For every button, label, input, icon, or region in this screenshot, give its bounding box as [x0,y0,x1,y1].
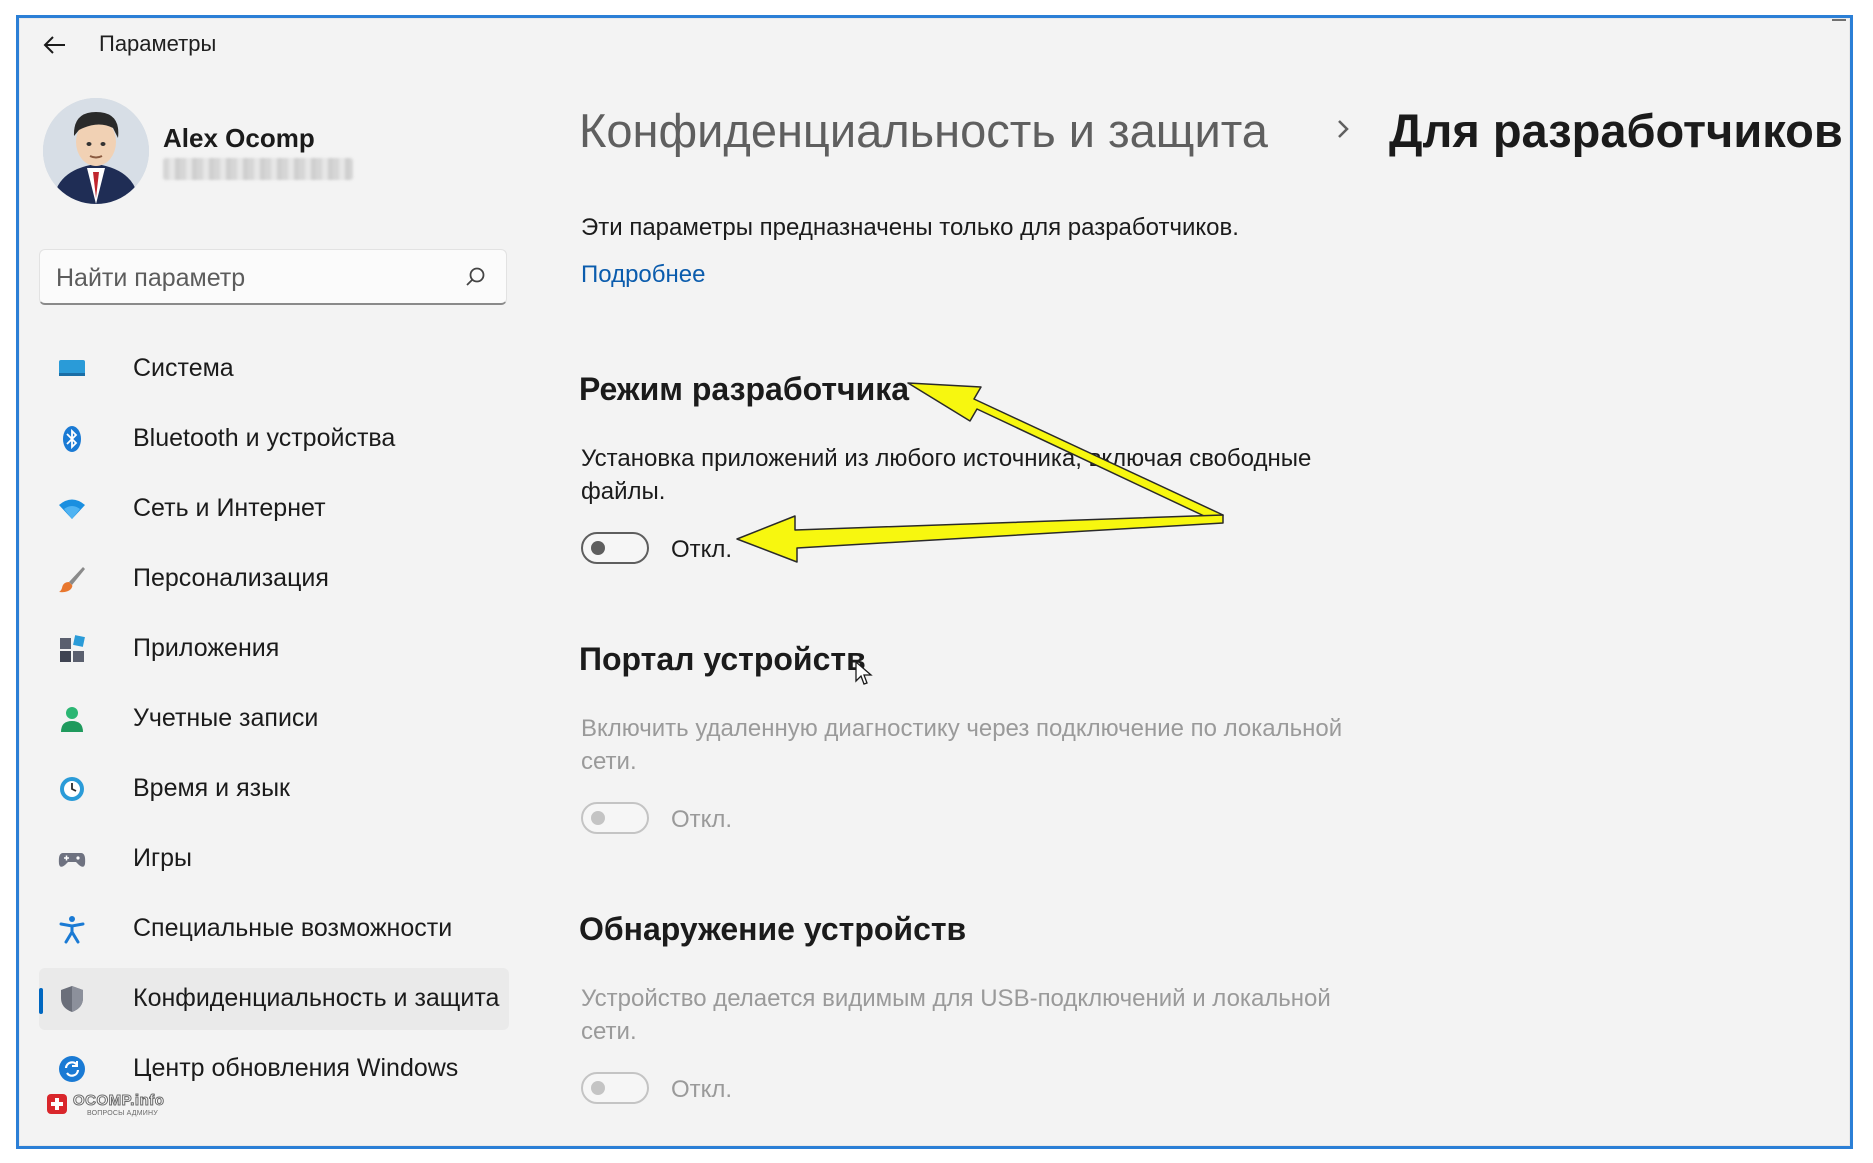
watermark-text: OCOMP.info [72,1092,165,1110]
chevron-right-icon [1338,120,1349,138]
sidebar-item-privacy[interactable]: Конфиденциальность и защита [39,968,509,1030]
breadcrumb-parent[interactable]: Конфиденциальность и защита [579,103,1268,158]
sidebar-item-label: Специальные возможности [133,914,453,942]
sidebar-item-label: Игры [133,844,192,872]
shield-icon [61,986,83,1012]
section-desc-developer-mode: Установка приложений из любого источника… [581,445,1312,505]
device-portal-state: Откл. [671,806,733,833]
sidebar-item-personalization[interactable]: Персонализация [39,548,509,610]
sidebar-item-gaming[interactable]: Игры [39,828,509,890]
developer-mode-state: Откл. [671,536,733,563]
search-icon[interactable] [464,266,486,288]
section-title-device-discovery: Обнаружение устройств [579,911,967,947]
back-button[interactable] [37,30,73,60]
device-portal-toggle[interactable] [581,802,649,834]
developer-mode-toggle[interactable] [581,532,649,564]
learn-more-link[interactable]: Подробнее [581,261,705,289]
apps-icon [60,635,85,662]
section-title-developer-mode: Режим разработчика [579,371,910,407]
sidebar-item-apps[interactable]: Приложения [39,618,509,680]
bluetooth-icon [63,426,81,452]
sidebar-item-time-language[interactable]: Время и язык [39,758,509,820]
sidebar-item-system[interactable]: Система [39,338,509,400]
sidebar-nav: Система Bluetooth и устройства Сеть и Ин… [39,338,509,1108]
sidebar-item-label: Центр обновления Windows [133,1054,459,1082]
account-icon [61,707,83,732]
avatar[interactable] [43,98,149,204]
section-title-device-portal: Портал устройств [579,641,866,677]
sidebar-item-accounts[interactable]: Учетные записи [39,688,509,750]
sidebar-item-label: Приложения [133,634,280,662]
avatar-icon [43,98,149,204]
section-desc-device-discovery: Устройство делается видимым для USB-подк… [581,985,1331,1045]
window-title: Параметры [99,31,217,56]
sidebar-item-label: Bluetooth и устройства [133,424,396,452]
intro-text: Эти параметры предназначены только для р… [581,214,1239,241]
sidebar-item-label: Система [133,354,234,382]
sidebar-item-label: Персонализация [133,564,329,592]
sidebar-item-network[interactable]: Сеть и Интернет [39,478,509,540]
section-desc-device-portal: Включить удаленную диагностику через под… [581,715,1343,775]
device-discovery-toggle[interactable] [581,1072,649,1104]
arrow-to-toggle [736,514,1224,563]
watermark-logo: OCOMP.info ВОПРОСЫ АДМИНУ [47,1088,197,1122]
brush-icon [59,567,85,593]
sidebar-item-label: Время и язык [133,774,290,802]
toggle-knob [591,541,605,555]
sidebar-item-accessibility[interactable]: Специальные возможности [39,898,509,960]
gamepad-icon [58,853,86,867]
back-arrow-icon [43,36,65,54]
sidebar-item-bluetooth[interactable]: Bluetooth и устройства [39,408,509,470]
accessibility-icon [59,916,85,944]
wifi-icon [59,499,85,519]
device-discovery-state: Откл. [671,1076,733,1103]
update-icon [59,1056,85,1082]
clock-icon [60,777,84,801]
search-box[interactable] [39,249,507,305]
toggle-knob [591,811,605,825]
watermark-subtext: ВОПРОСЫ АДМИНУ [87,1110,158,1117]
toggle-knob [591,1081,605,1095]
user-name: Alex Ocomp [163,123,315,153]
page-title: Для разработчиков [1389,104,1843,157]
search-input[interactable] [54,260,448,296]
minimize-icon[interactable] [1832,18,1846,28]
system-icon [59,360,85,376]
user-email-blurred [163,158,353,180]
sidebar-item-label: Сеть и Интернет [133,494,326,522]
mouse-cursor-icon [855,661,873,685]
title-bar: Параметры [19,18,1850,64]
settings-window: Параметры Alex Ocomp Найти параметр Сист… [16,15,1853,1149]
plus-icon [47,1094,67,1114]
sidebar-item-label: Конфиденциальность и защита [133,984,500,1012]
selection-indicator [39,988,43,1014]
sidebar-item-label: Учетные записи [133,704,319,732]
